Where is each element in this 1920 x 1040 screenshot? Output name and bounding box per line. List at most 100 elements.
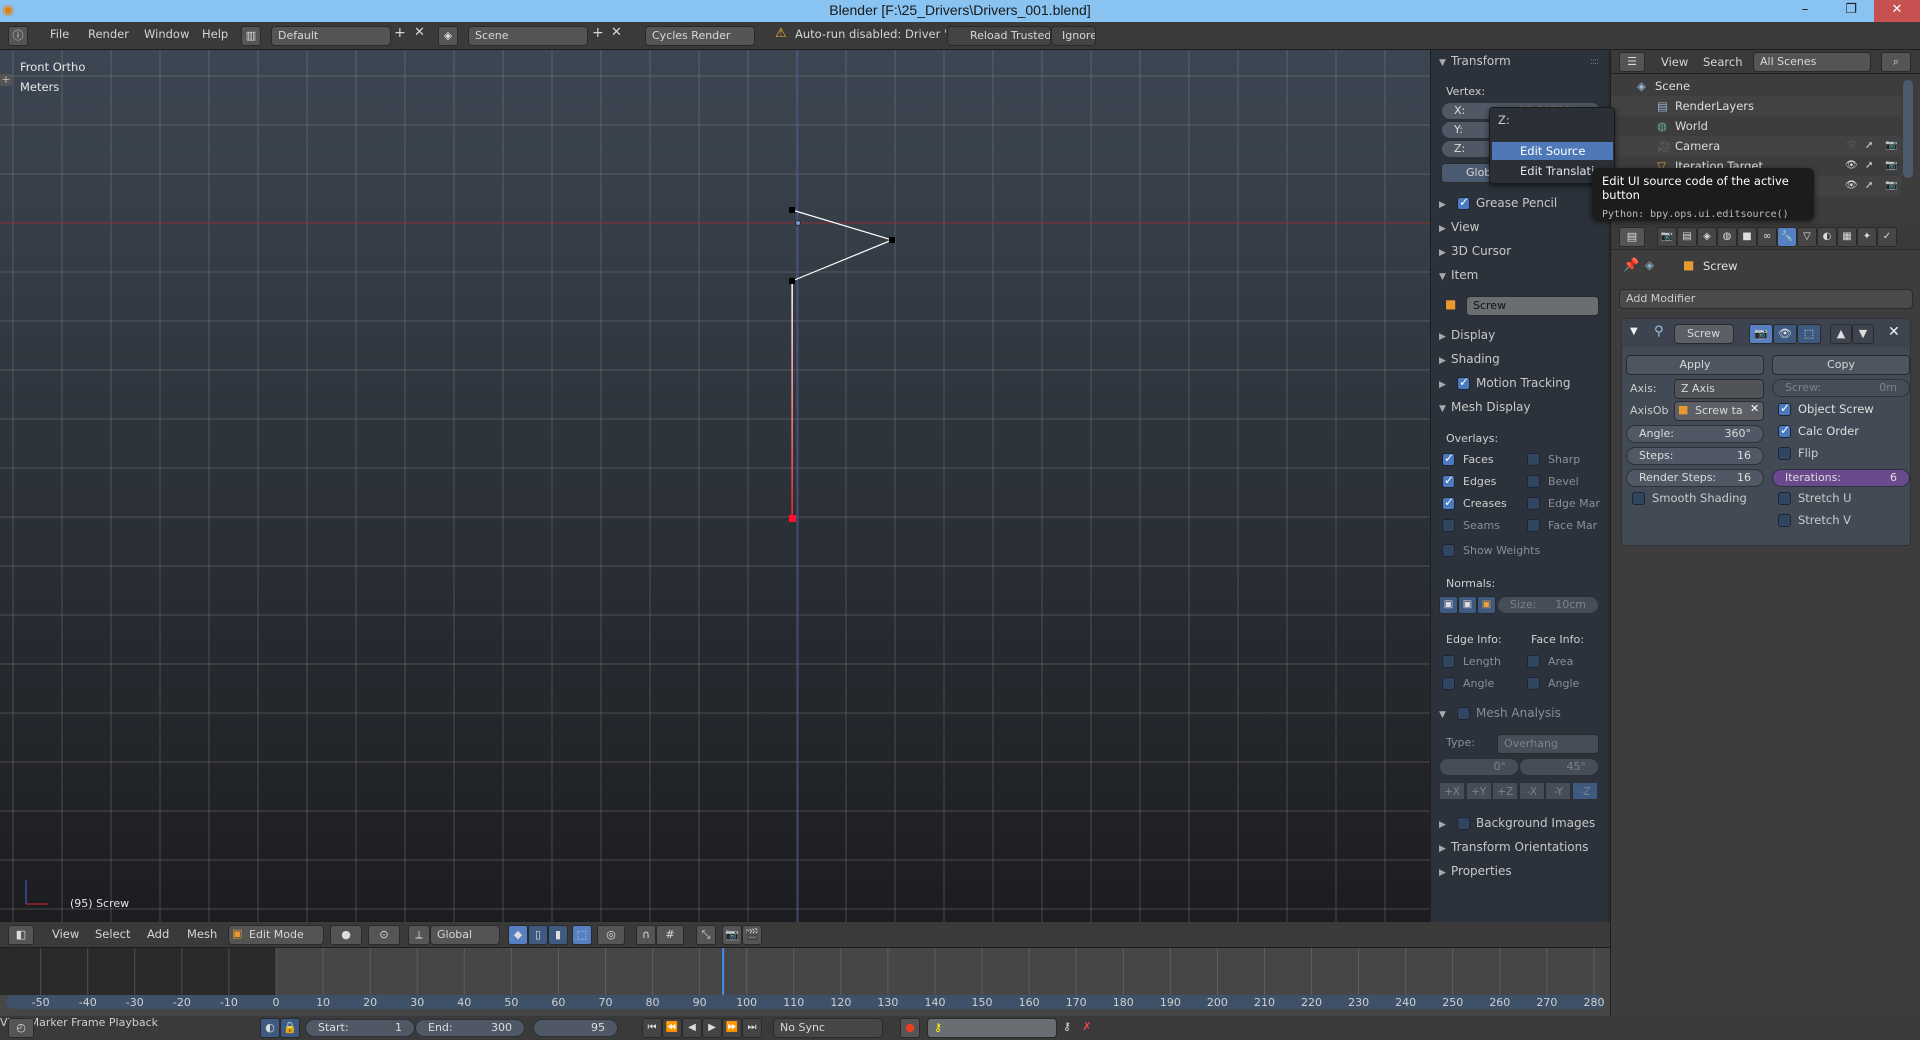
end-frame-field[interactable]: End: 300 bbox=[415, 1019, 525, 1037]
render-layers-tab-icon[interactable]: ▤ bbox=[1677, 227, 1697, 247]
angle-field[interactable]: Angle: 360° bbox=[1626, 425, 1764, 443]
pivot-point-icon[interactable]: ⊙ bbox=[368, 925, 400, 945]
minimize-button[interactable]: – bbox=[1782, 0, 1828, 22]
panel-transform-header[interactable]: ▼ Transform bbox=[1439, 54, 1511, 68]
data-tab-icon[interactable]: ▽ bbox=[1797, 227, 1817, 247]
renderability-toggle-icon[interactable]: 📷 bbox=[1885, 176, 1897, 196]
calc-order-checkbox[interactable] bbox=[1778, 423, 1791, 438]
move-up-icon[interactable]: ▲ bbox=[1830, 324, 1852, 344]
iterations-field[interactable]: Iterations: 6 bbox=[1772, 469, 1910, 487]
proportional-edit-icon[interactable]: ◎ bbox=[597, 925, 625, 945]
menu-window[interactable]: Window bbox=[144, 27, 189, 41]
panel-view-header[interactable]: ▶ View bbox=[1439, 220, 1479, 234]
scene-icon[interactable]: ◈ bbox=[438, 26, 458, 46]
outliner-item[interactable]: ▤ RenderLayers bbox=[1611, 96, 1901, 116]
selectability-toggle-icon[interactable]: ➚ bbox=[1865, 136, 1873, 156]
stretch-v-checkbox[interactable] bbox=[1778, 514, 1791, 527]
menu-mesh[interactable]: Mesh bbox=[187, 927, 217, 941]
pin-icon[interactable]: 📌 bbox=[1623, 258, 1639, 273]
outliner-display-mode-select[interactable]: All Scenes bbox=[1753, 52, 1871, 72]
snap-toggle-icon[interactable]: ∩ bbox=[636, 925, 656, 945]
viewport-toggle-icon[interactable]: 👁 bbox=[1773, 324, 1797, 344]
editor-type-3d-view-icon[interactable]: ◧ bbox=[8, 925, 34, 945]
reload-trusted-button[interactable]: Reload Trusted bbox=[947, 26, 1051, 46]
move-down-icon[interactable]: ▼ bbox=[1852, 324, 1874, 344]
analysis-axis-posneg-y[interactable]: +Y bbox=[1465, 782, 1492, 800]
smooth-shading-checkbox[interactable] bbox=[1632, 492, 1645, 505]
play-icon[interactable]: ▶ bbox=[702, 1018, 722, 1038]
flip-checkbox[interactable] bbox=[1778, 447, 1791, 460]
lock-range-icon[interactable]: 🔒 bbox=[280, 1018, 300, 1038]
clear-axis-object-icon[interactable]: ✕ bbox=[1750, 402, 1759, 415]
modifiers-tab-icon[interactable]: 🔧 bbox=[1777, 227, 1797, 247]
steps-field[interactable]: Steps: 16 bbox=[1626, 447, 1764, 465]
outliner-item[interactable]: ◍ World bbox=[1611, 116, 1901, 136]
edge-select-mode-icon[interactable]: ▯ bbox=[528, 925, 548, 945]
sharp-checkbox[interactable] bbox=[1527, 453, 1540, 466]
seams-checkbox[interactable] bbox=[1442, 519, 1455, 532]
panel-mesh-analysis-header[interactable]: ▼ bbox=[1439, 706, 1451, 720]
editmode-toggle-icon[interactable]: ⬚ bbox=[1797, 324, 1821, 344]
panel-item-header[interactable]: ▼ Item bbox=[1439, 268, 1478, 282]
faces-checkbox[interactable] bbox=[1442, 451, 1455, 466]
panel-3d-cursor-header[interactable]: ▶ 3D Cursor bbox=[1439, 244, 1511, 258]
insert-keyframe-icon[interactable]: ⚷ bbox=[1057, 1018, 1077, 1038]
axis-select[interactable]: Z Axis bbox=[1674, 379, 1764, 399]
render-toggle-icon[interactable]: 📷 bbox=[1749, 324, 1773, 344]
background-images-checkbox[interactable] bbox=[1457, 817, 1470, 830]
add-layout-icon[interactable]: + bbox=[394, 25, 406, 41]
properties-editor-type-icon[interactable]: ▤ bbox=[1619, 227, 1645, 247]
edges-checkbox[interactable] bbox=[1442, 473, 1455, 488]
face-marks-checkbox[interactable] bbox=[1527, 519, 1540, 532]
timeline-menu-frame[interactable]: Frame bbox=[71, 1016, 105, 1029]
menu-view[interactable]: View bbox=[52, 927, 79, 941]
render-steps-field[interactable]: Render Steps: 16 bbox=[1626, 469, 1764, 487]
menu-render[interactable]: Render bbox=[88, 27, 129, 41]
menu-item-edit-source[interactable]: Edit Source bbox=[1492, 142, 1613, 160]
start-frame-field[interactable]: Start: 1 bbox=[305, 1019, 415, 1037]
outliner-menu-view[interactable]: View bbox=[1661, 55, 1688, 69]
screen-layout-field[interactable]: Default bbox=[271, 26, 391, 46]
visibility-toggle-icon[interactable]: 👁 bbox=[1845, 156, 1858, 176]
opengl-render-icon[interactable]: 📷 bbox=[722, 925, 742, 945]
texture-tab-icon[interactable]: ▦ bbox=[1837, 227, 1857, 247]
3d-viewport[interactable]: Front Ortho Meters + (95) Screw bbox=[0, 50, 1430, 922]
remove-scene-icon[interactable]: ✕ bbox=[611, 25, 622, 40]
limit-selection-icon[interactable]: ⬚ bbox=[572, 925, 592, 945]
analysis-axis-neg-z[interactable]: -Z bbox=[1572, 782, 1598, 800]
apply-button[interactable]: Apply bbox=[1626, 355, 1764, 375]
viewport-shading-icon[interactable]: ● bbox=[330, 925, 362, 945]
face-area-checkbox[interactable] bbox=[1527, 655, 1540, 668]
panel-transform-orientations-header[interactable]: ▶ Transform Orientations bbox=[1439, 840, 1589, 854]
selectability-toggle-icon[interactable]: ➚ bbox=[1865, 156, 1873, 176]
panel-properties-header[interactable]: ▶ Properties bbox=[1439, 864, 1512, 878]
vertex-normals-icon[interactable]: ▣ bbox=[1439, 596, 1458, 614]
keying-set-field[interactable]: ⚷ bbox=[927, 1018, 1057, 1038]
edge-angle-checkbox[interactable] bbox=[1442, 677, 1455, 690]
analysis-max-field[interactable]: 45° bbox=[1519, 758, 1599, 776]
prev-keyframe-icon[interactable]: ⏪ bbox=[662, 1018, 682, 1038]
remove-layout-icon[interactable]: ✕ bbox=[414, 25, 425, 40]
renderability-toggle-icon[interactable]: 📷 bbox=[1885, 156, 1897, 176]
panel-display-header[interactable]: ▶ Display bbox=[1439, 328, 1495, 342]
current-frame-field[interactable]: 95 bbox=[533, 1019, 618, 1037]
panel-mesh-display-header[interactable]: ▼ Mesh Display bbox=[1439, 400, 1531, 414]
timeline-menu-marker[interactable]: Marker bbox=[30, 1016, 68, 1029]
mesh-analysis-checkbox[interactable] bbox=[1457, 707, 1470, 720]
world-tab-icon[interactable]: ◍ bbox=[1717, 227, 1737, 247]
analysis-axis-neg-x[interactable]: -X bbox=[1518, 782, 1545, 800]
show-weights-checkbox[interactable] bbox=[1442, 544, 1455, 557]
face-angle-checkbox[interactable] bbox=[1527, 677, 1540, 690]
bevel-checkbox[interactable] bbox=[1527, 475, 1540, 488]
next-keyframe-icon[interactable]: ⏩ bbox=[722, 1018, 742, 1038]
ignore-button[interactable]: Ignore bbox=[1051, 26, 1096, 46]
analysis-axis-posneg-z[interactable]: +Z bbox=[1492, 782, 1519, 800]
vertex-select-mode-icon[interactable]: ◆ bbox=[508, 925, 528, 945]
scene-field[interactable]: Scene bbox=[468, 26, 588, 46]
panel-background-images-header[interactable]: ▶ bbox=[1439, 816, 1451, 830]
face-normals-icon[interactable]: ▣ bbox=[1477, 596, 1496, 614]
timeline-menu-playback[interactable]: Playback bbox=[109, 1016, 158, 1029]
delete-keyframe-icon[interactable]: ✗ bbox=[1077, 1018, 1097, 1038]
preview-range-icon[interactable]: ◐ bbox=[260, 1018, 280, 1038]
outliner-menu-search[interactable]: Search bbox=[1703, 55, 1743, 69]
